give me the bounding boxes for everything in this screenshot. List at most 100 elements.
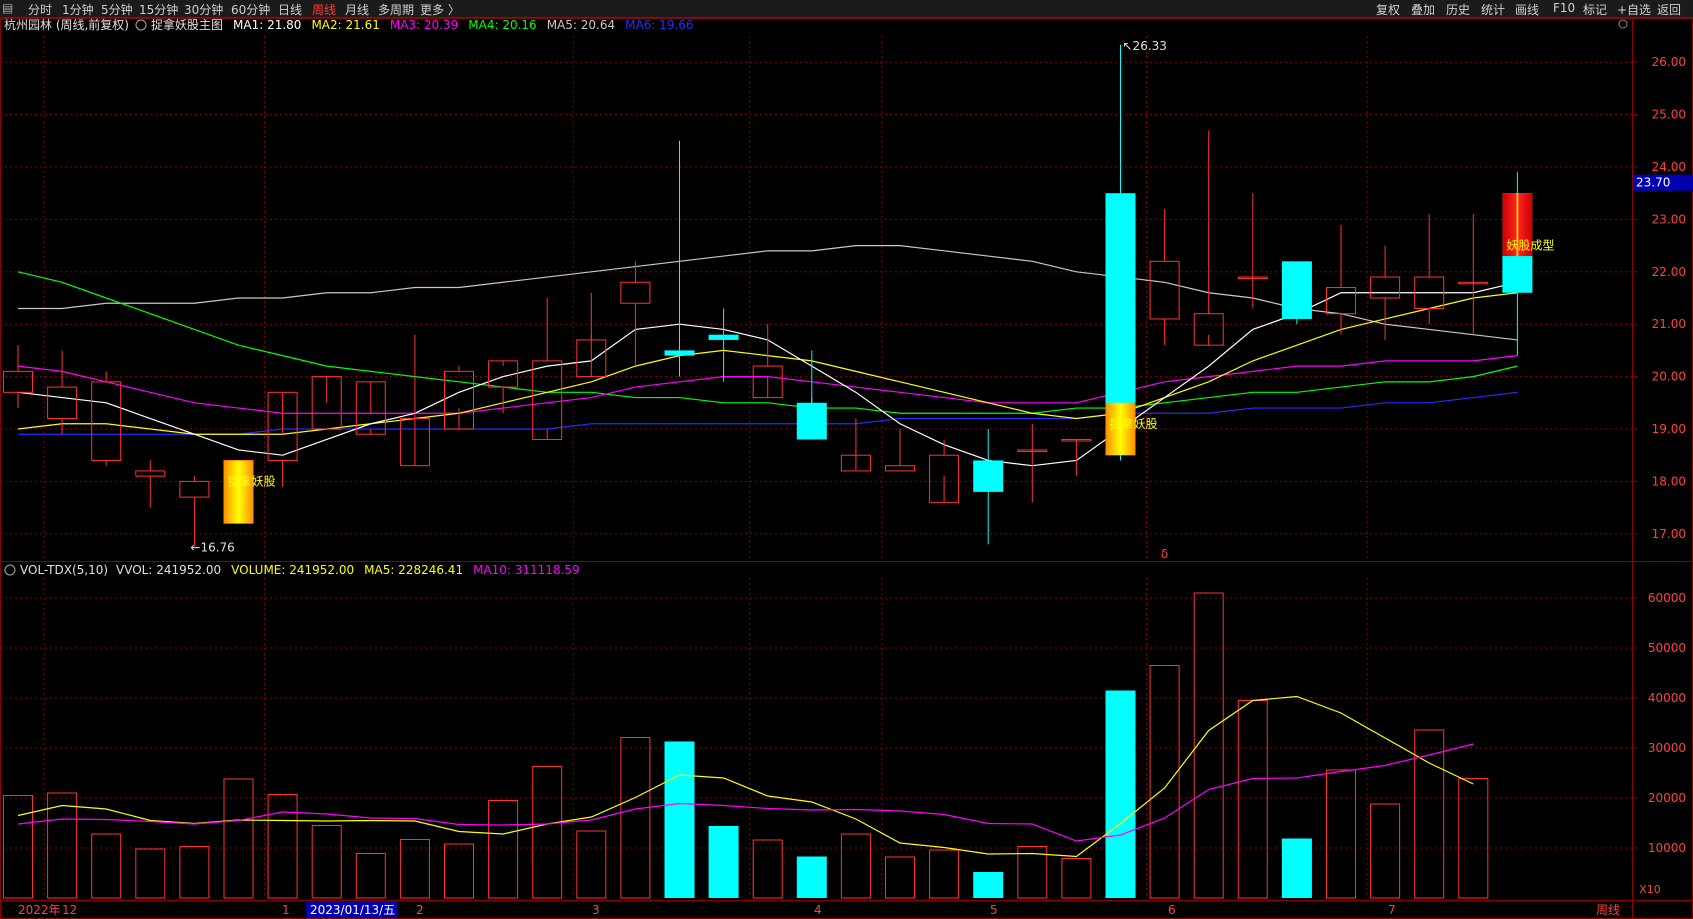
period-tab[interactable]: 30分钟 bbox=[184, 1, 223, 18]
toolbar-button[interactable]: F10 bbox=[1553, 1, 1575, 15]
candle-body bbox=[708, 334, 739, 340]
volume-ma5-line bbox=[17, 695, 1474, 858]
chart-frame bbox=[0, 18, 1693, 919]
toolbar-button[interactable]: 叠加 bbox=[1411, 1, 1435, 18]
volume-bar bbox=[1149, 665, 1180, 899]
toolbar-button[interactable]: 统计 bbox=[1481, 1, 1505, 18]
period-tab[interactable]: 日线 bbox=[278, 1, 302, 18]
volume-bar bbox=[708, 826, 739, 898]
volume-bar bbox=[1105, 690, 1136, 898]
period-tab[interactable]: 15分钟 bbox=[139, 1, 178, 18]
volume-bar bbox=[267, 794, 298, 899]
x-tick-label: 12 bbox=[62, 903, 77, 917]
period-tab[interactable]: 分时 bbox=[28, 1, 52, 18]
period-tab[interactable]: 多周期 bbox=[378, 1, 414, 18]
period-tab[interactable]: 月线 bbox=[345, 1, 369, 18]
low-price-label: ←16.76 bbox=[190, 540, 234, 554]
toolbar-button[interactable]: +自选 bbox=[1617, 1, 1651, 18]
volume-bar bbox=[1370, 803, 1401, 899]
toolbar-button[interactable]: 画线 bbox=[1515, 1, 1539, 18]
candle-body bbox=[620, 281, 651, 304]
volume-bar bbox=[1458, 778, 1489, 899]
stock-title: 杭州园林 (周线,前复权) bbox=[4, 18, 129, 32]
signal-label: 妖股成型 bbox=[1506, 239, 1554, 253]
volume-bar bbox=[929, 849, 960, 899]
volume-tick-label: 40000 bbox=[1648, 691, 1686, 705]
candle-body bbox=[91, 381, 122, 461]
cursor-date-label: 2023/01/13/五 bbox=[310, 903, 395, 917]
period-tab[interactable]: 1分钟 bbox=[62, 1, 94, 18]
toolbar-button[interactable]: 复权 bbox=[1376, 1, 1400, 18]
price-tick-label: 24.00 bbox=[1652, 160, 1686, 174]
volume-bar bbox=[885, 856, 915, 899]
period-tab[interactable]: 周线 bbox=[312, 1, 336, 18]
x-tick-label: 2 bbox=[416, 903, 424, 917]
price-tick-label: 17.00 bbox=[1652, 527, 1686, 541]
toolbar-button[interactable]: 返回 bbox=[1657, 1, 1681, 18]
volume-bar bbox=[1193, 592, 1224, 899]
settings-icon bbox=[135, 19, 147, 31]
x-tick-label: 周线 bbox=[1596, 903, 1620, 917]
ma-label: MA1: 21.80 bbox=[233, 18, 301, 32]
candle-body bbox=[973, 460, 1004, 492]
vvol-label: VVOL: 241952.00 bbox=[116, 563, 221, 577]
candle-body bbox=[796, 402, 827, 440]
price-tick-label: 26.00 bbox=[1652, 55, 1686, 69]
volume-unit: X10 bbox=[1639, 883, 1661, 896]
indicator-settings-icon bbox=[4, 564, 16, 576]
period-tab[interactable]: 更多 〉 bbox=[420, 1, 460, 18]
volume-bar bbox=[664, 741, 695, 898]
price-tick-label: 19.00 bbox=[1652, 422, 1686, 436]
price-panel-option-icon bbox=[1618, 19, 1628, 29]
candle-body bbox=[1149, 260, 1180, 320]
volume-bar bbox=[3, 795, 33, 899]
volume-tick-label: 60000 bbox=[1648, 591, 1686, 605]
price-tick-label: 21.00 bbox=[1652, 317, 1686, 331]
ma-label: MA4: 20.16 bbox=[468, 18, 536, 32]
indicator-name: 捉拿妖股主图 bbox=[151, 18, 223, 32]
candle-body bbox=[1370, 276, 1401, 299]
period-tab[interactable]: 60分钟 bbox=[231, 1, 270, 18]
volume-tick-label: 20000 bbox=[1648, 791, 1686, 805]
toolbar-button[interactable]: 标记 bbox=[1583, 1, 1607, 18]
high-price-label: ↖26.33 bbox=[1123, 39, 1167, 53]
volume-bar bbox=[488, 800, 519, 899]
current-price-label: 23.70 bbox=[1636, 176, 1670, 190]
volume-bar bbox=[840, 833, 871, 899]
volume-bar bbox=[796, 856, 827, 898]
price-tick-label: 22.00 bbox=[1652, 265, 1686, 279]
x-tick-label: 5 bbox=[990, 903, 998, 917]
candle-body bbox=[885, 465, 915, 472]
menu-icon[interactable]: ▤ bbox=[2, 1, 13, 15]
signal-box bbox=[223, 460, 254, 524]
price-tick-label: 23.00 bbox=[1652, 212, 1686, 226]
ma-label: MA6: 19.66 bbox=[625, 18, 693, 32]
event-marker: δ bbox=[1161, 547, 1168, 561]
volume-bar bbox=[532, 766, 563, 899]
volume-bar bbox=[135, 848, 166, 899]
x-tick-label: 4 bbox=[814, 903, 822, 917]
volume-tick-label: 10000 bbox=[1648, 841, 1686, 855]
candle-body bbox=[664, 350, 695, 356]
x-tick-label: 3 bbox=[592, 903, 600, 917]
volume-bar bbox=[1237, 700, 1268, 899]
ma6-line bbox=[18, 391, 1518, 435]
volume-ma10-label: MA10: 311118.59 bbox=[473, 563, 580, 577]
volume-label: VOLUME: 241952.00 bbox=[231, 563, 354, 577]
ma-label: MA5: 20.64 bbox=[547, 18, 615, 32]
ma-label: MA2: 21.61 bbox=[311, 18, 379, 32]
volume-ma5-label: MA5: 228246.41 bbox=[364, 563, 463, 577]
x-tick-label: 6 bbox=[1168, 903, 1176, 917]
volume-title: VOL-TDX(5,10) bbox=[20, 563, 108, 577]
toolbar-button[interactable]: 历史 bbox=[1446, 1, 1470, 18]
volume-bar bbox=[620, 737, 651, 899]
volume-bar bbox=[47, 792, 78, 899]
volume-bar bbox=[223, 778, 254, 899]
period-tab[interactable]: 5分钟 bbox=[101, 1, 133, 18]
volume-bar bbox=[311, 825, 342, 899]
candle-body bbox=[179, 480, 210, 498]
volume-bar bbox=[1281, 838, 1312, 898]
volume-bar bbox=[576, 830, 607, 899]
volume-bar bbox=[355, 853, 386, 899]
volume-bar bbox=[179, 846, 210, 899]
